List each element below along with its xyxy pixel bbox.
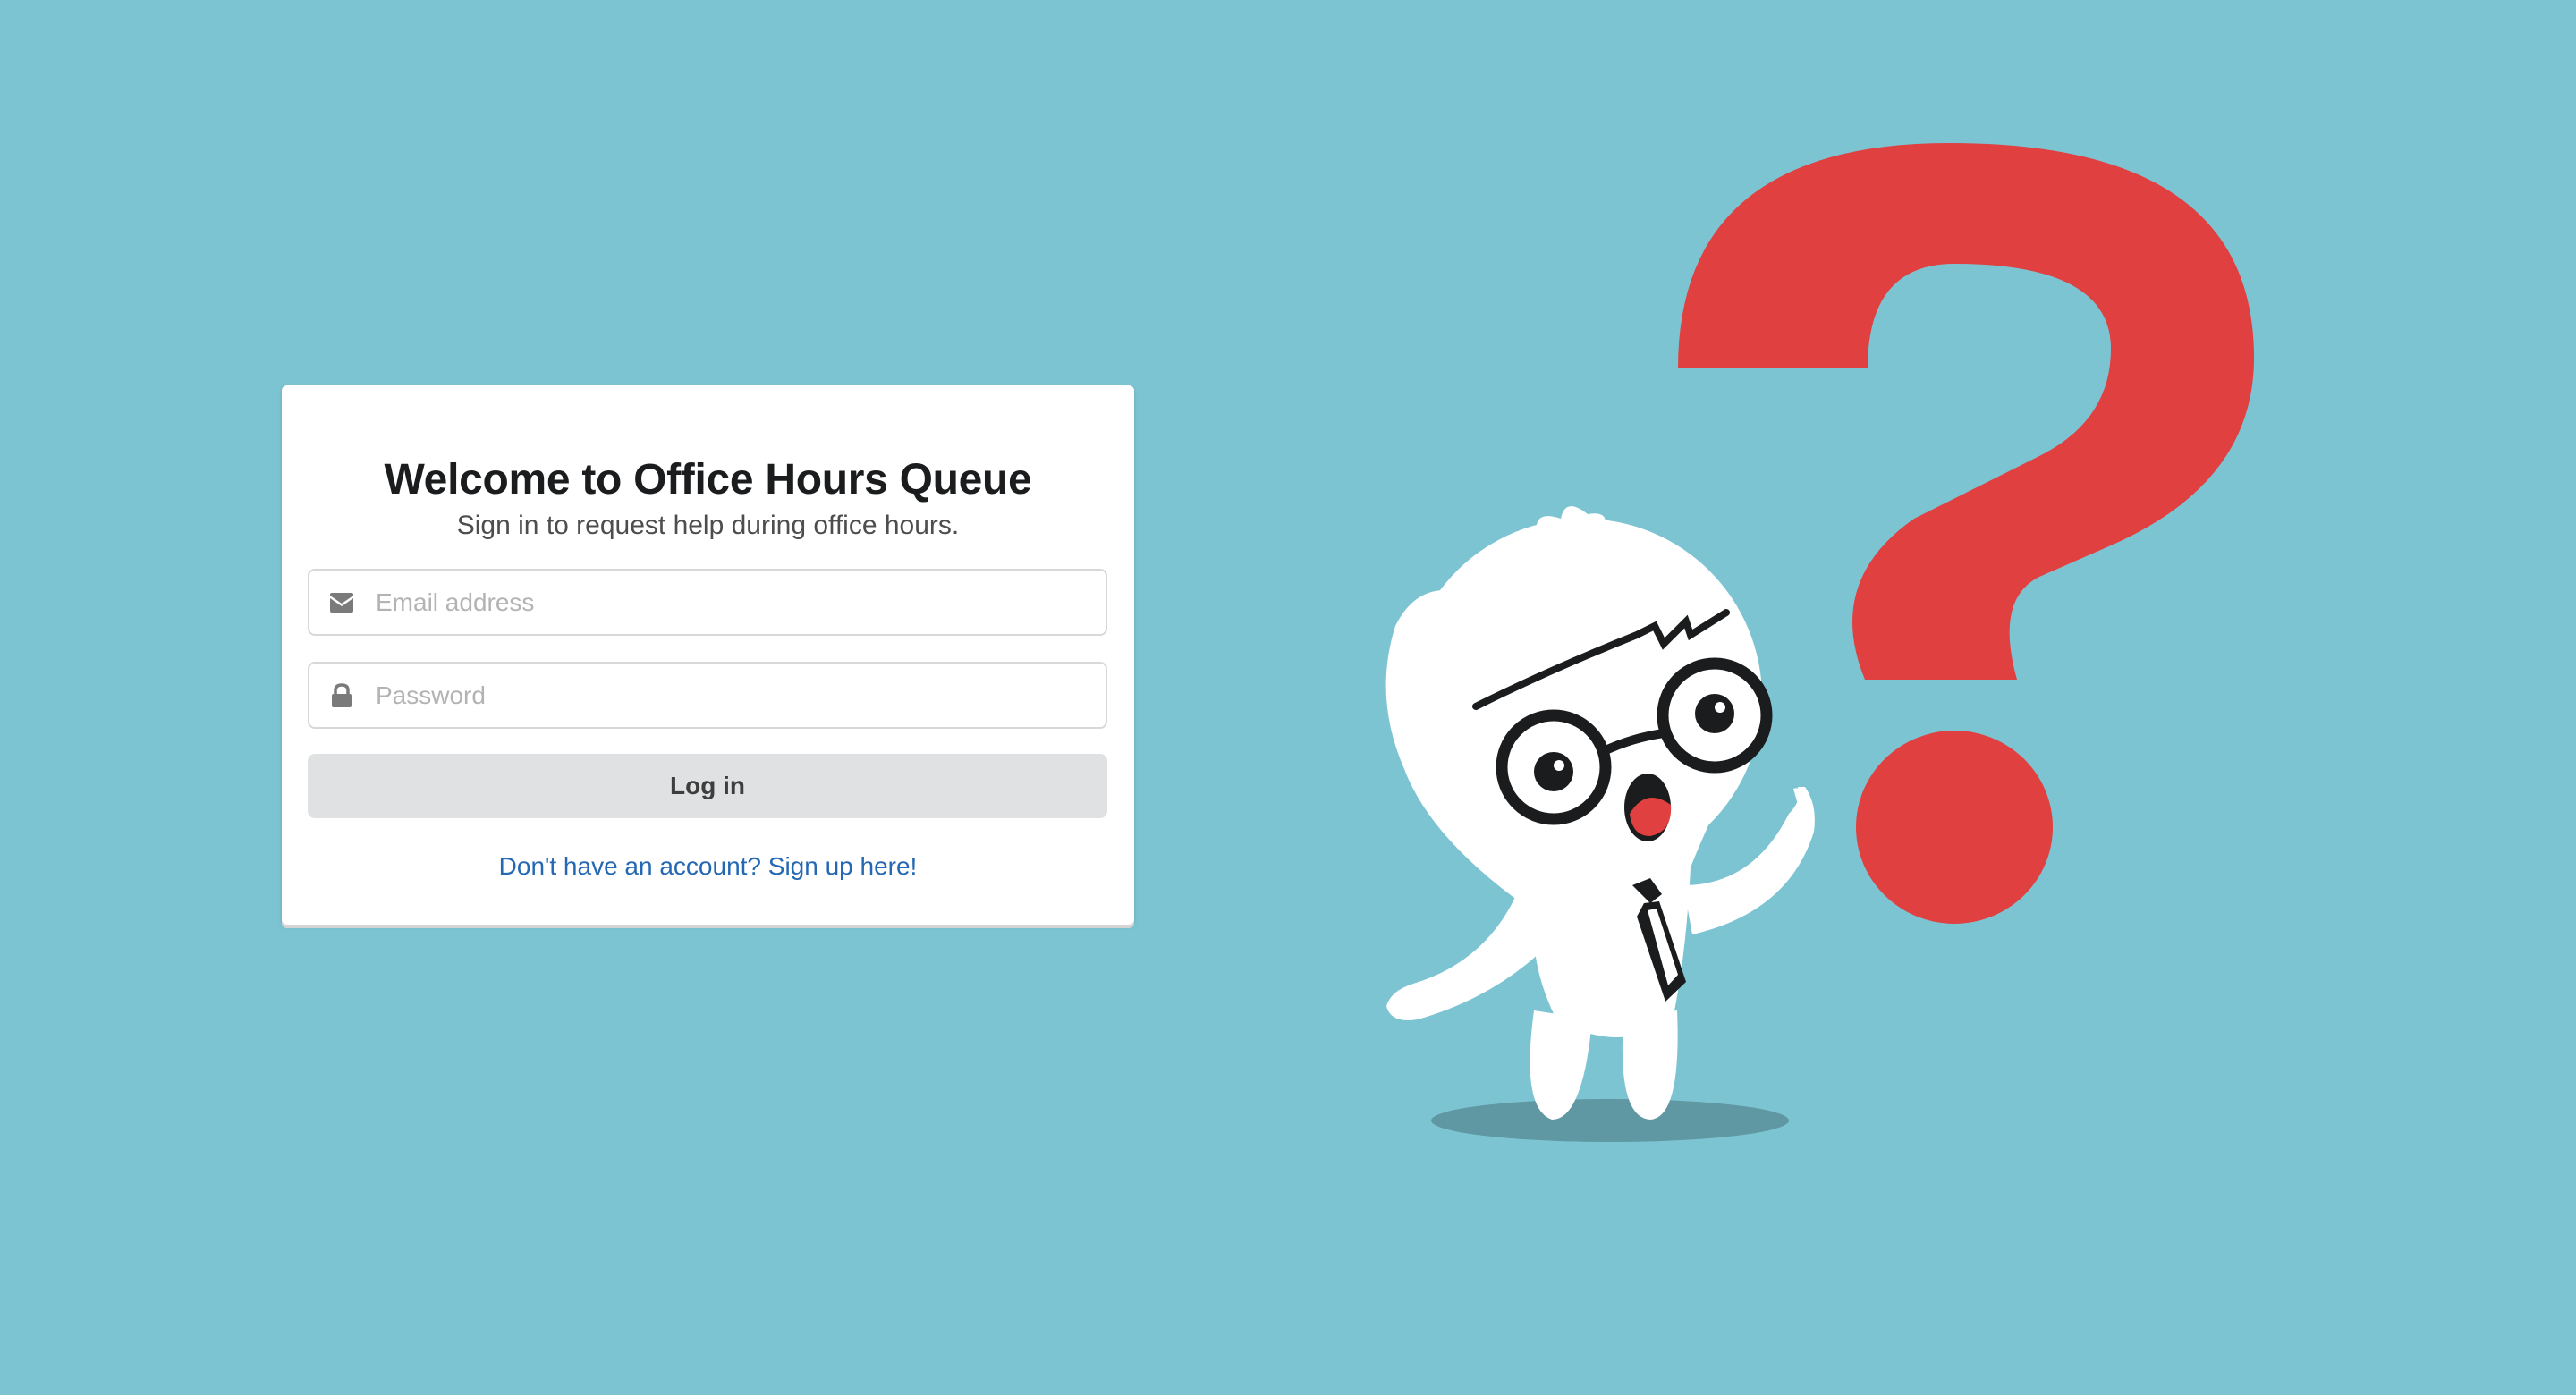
question-mark-icon (1678, 143, 2254, 924)
envelope-icon (330, 593, 353, 613)
password-input[interactable] (376, 664, 1091, 727)
login-card: Welcome to Office Hours Queue Sign in to… (282, 385, 1134, 925)
character-figure (1385, 506, 1815, 1120)
login-button[interactable]: Log in (308, 754, 1107, 818)
confused-character-illustration (1385, 143, 2254, 1142)
character-shadow (1431, 1099, 1789, 1142)
page-title: Welcome to Office Hours Queue (384, 456, 1032, 503)
email-field[interactable] (308, 569, 1107, 636)
email-input[interactable] (376, 571, 1091, 634)
lock-icon (332, 683, 352, 707)
signup-link[interactable]: Don't have an account? Sign up here! (282, 852, 1134, 881)
page-subtitle: Sign in to request help during office ho… (456, 511, 960, 540)
password-field[interactable] (308, 662, 1107, 729)
